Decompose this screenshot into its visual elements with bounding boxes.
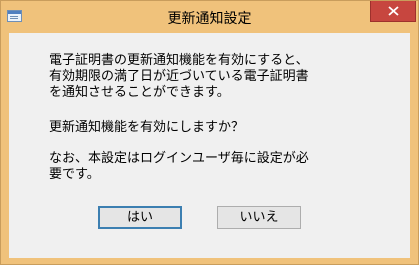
title-bar[interactable]: 更新通知設定	[1, 1, 418, 33]
dialog-client-area: 電子証明書の更新通知機能を有効にすると、 有効期限の満了日が近づいている電子証明…	[9, 33, 410, 258]
close-icon	[388, 6, 399, 16]
message-paragraph-2: 更新通知機能を有効にしますか？	[49, 120, 245, 135]
dialog-title: 更新通知設定	[167, 11, 252, 27]
yes-button[interactable]: はい	[98, 206, 182, 229]
dialog-window: 更新通知設定 電子証明書の更新通知機能を有効にすると、 有効期限の満了日が近づい…	[0, 0, 419, 265]
close-button[interactable]	[370, 1, 416, 22]
message-paragraph-3: なお、本設定はログインユーザ毎に設定が必 要です。	[49, 151, 309, 182]
no-button[interactable]: いいえ	[217, 206, 301, 229]
message-paragraph-1: 電子証明書の更新通知機能を有効にすると、 有効期限の満了日が近づいている電子証明…	[49, 53, 309, 100]
